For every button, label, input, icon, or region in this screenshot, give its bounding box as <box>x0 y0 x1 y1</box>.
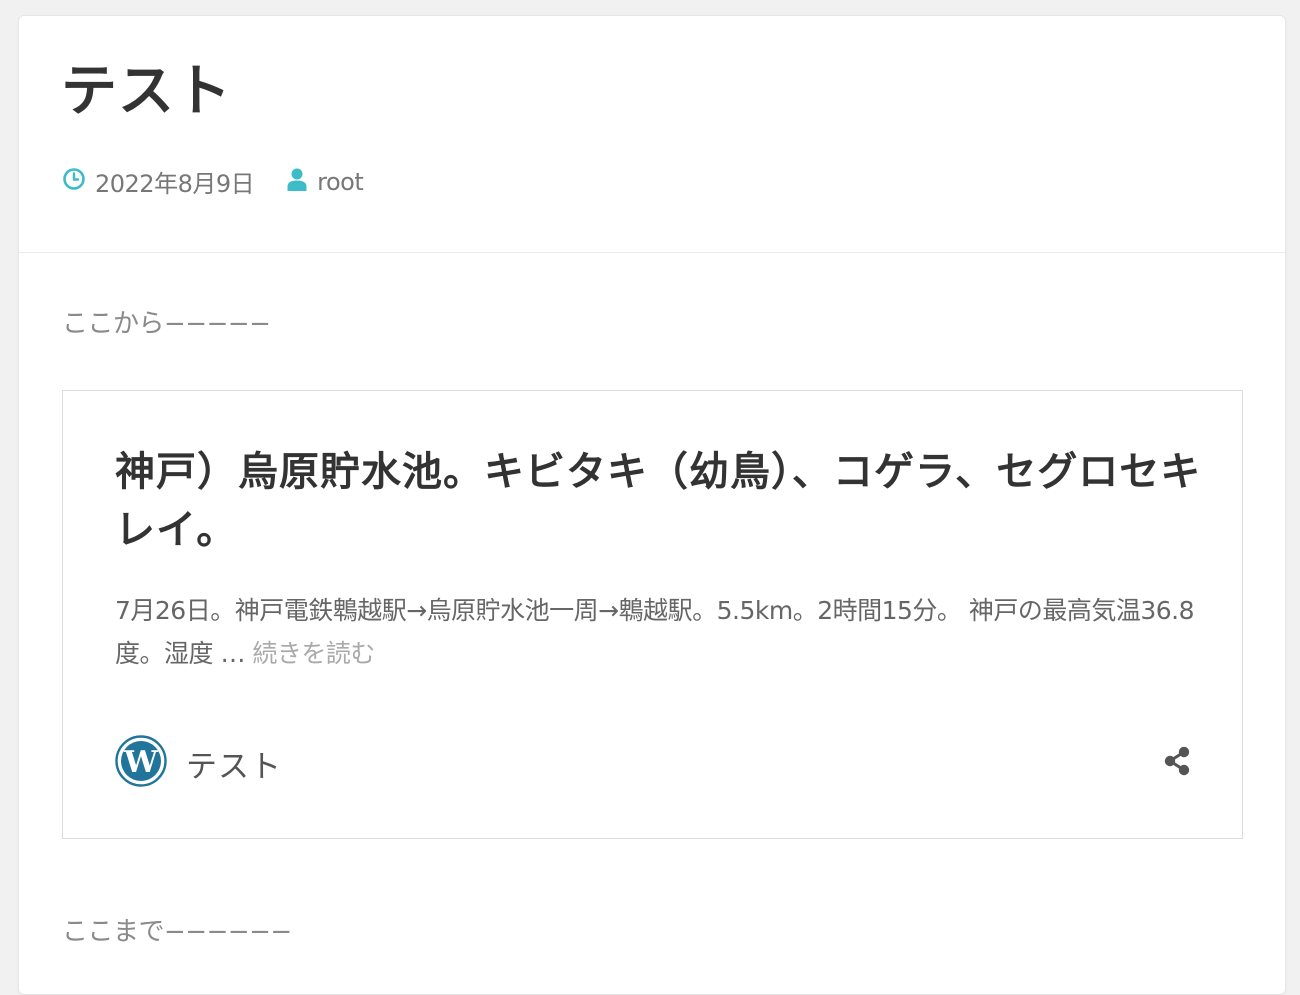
content-paragraph-start: ここから−−−−− <box>62 309 271 339</box>
embedded-post-card[interactable]: 神戸）烏原貯水池。キビタキ（幼鳥）、コゲラ、セグロセキレイ。 7月26日。神戸電… <box>62 390 1243 839</box>
read-more-link[interactable]: 続きを読む <box>252 639 375 668</box>
post-date-text: 2022年8月9日 <box>95 170 255 198</box>
post-meta: 2022年8月9日 root <box>62 164 364 199</box>
post-author-name: root <box>317 167 364 196</box>
user-icon <box>286 167 308 197</box>
embed-excerpt: 7月26日。神戸電鉄鵯越駅→烏原貯水池一周→鵯越駅。5.5km。2時間15分。 … <box>115 589 1195 675</box>
post-title: テスト <box>61 59 232 124</box>
post-date[interactable]: 2022年8月9日 <box>62 164 255 199</box>
post-article: テスト 2022年8月9日 root ここから−−−−− 神戸）烏原貯水池。キビ… <box>18 15 1286 995</box>
clock-icon <box>62 167 86 197</box>
share-button[interactable] <box>1159 745 1195 781</box>
post-author[interactable]: root <box>286 167 364 197</box>
embed-footer: W テスト <box>115 735 1195 791</box>
embed-site-name[interactable]: テスト <box>186 741 282 786</box>
wordpress-icon[interactable]: W <box>115 735 167 791</box>
content-paragraph-end: ここまで−−−−−− <box>62 917 292 947</box>
embed-title[interactable]: 神戸）烏原貯水池。キビタキ（幼鳥）、コゲラ、セグロセキレイ。 <box>115 443 1205 559</box>
share-icon <box>1160 744 1194 782</box>
post-header: テスト 2022年8月9日 root <box>19 16 1285 253</box>
svg-text:W: W <box>123 745 159 780</box>
